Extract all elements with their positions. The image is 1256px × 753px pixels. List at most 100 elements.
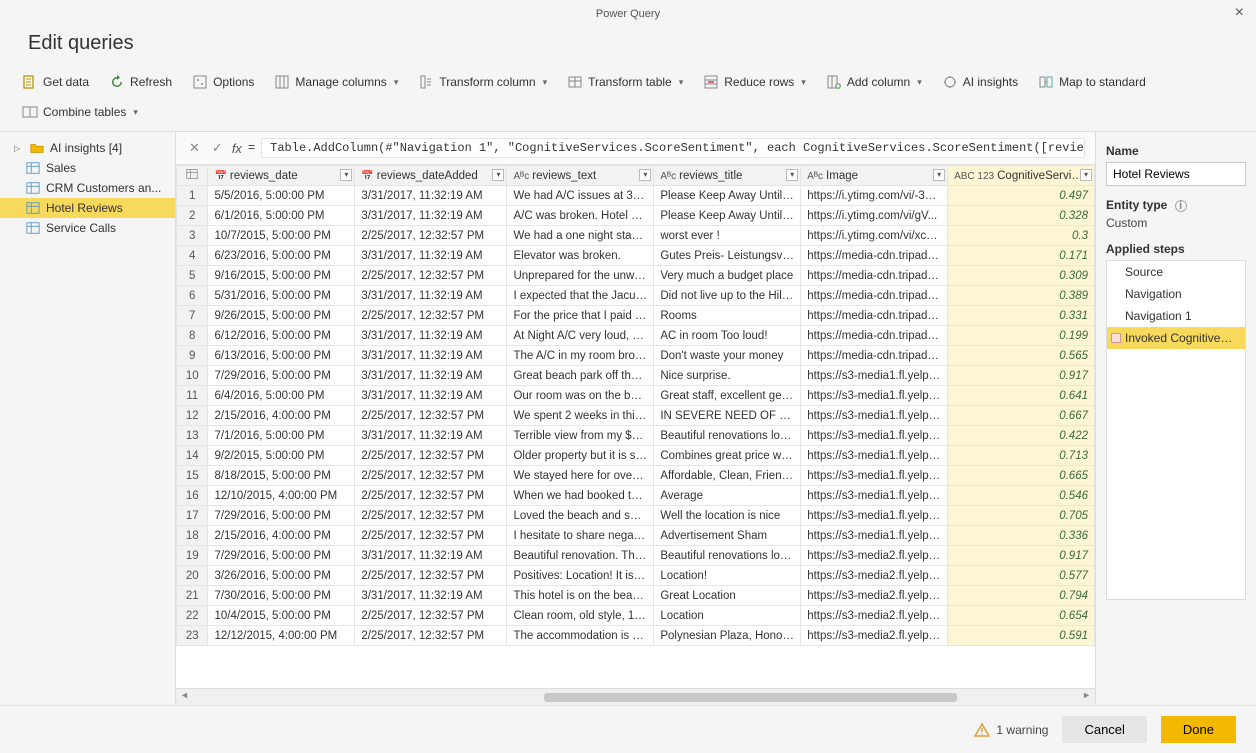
cell[interactable]: Well the location is nice [654,506,801,526]
row-number[interactable]: 5 [177,266,208,286]
cell[interactable]: 0.497 [948,186,1095,206]
cell[interactable]: https://i.ytimg.com/vi/gV... [801,206,948,226]
table-row[interactable]: 107/29/2016, 5:00:00 PM3/31/2017, 11:32:… [177,366,1095,386]
row-number[interactable]: 19 [177,546,208,566]
cell[interactable]: 3/31/2017, 11:32:19 AM [355,206,507,226]
cell[interactable]: Older property but it is su... [507,446,654,466]
row-number[interactable]: 20 [177,566,208,586]
cell[interactable]: Polynesian Plaza, Honolulu [654,626,801,646]
cell[interactable]: Did not live up to the Hilto... [654,286,801,306]
cell[interactable]: Great staff, excellent getaw... [654,386,801,406]
query-name-input[interactable] [1106,162,1246,186]
cell[interactable]: 0.3 [948,226,1095,246]
row-number[interactable]: 12 [177,406,208,426]
cell[interactable]: 0.794 [948,586,1095,606]
cell[interactable]: Beautiful renovation. The h... [507,546,654,566]
column-header[interactable]: Aᴮcreviews_title▾ [654,166,801,186]
cell[interactable]: https://media-cdn.tripadvi... [801,346,948,366]
cell[interactable]: 2/25/2017, 12:32:57 PM [355,466,507,486]
row-number[interactable]: 13 [177,426,208,446]
cell[interactable]: When we had booked this ... [507,486,654,506]
cell[interactable]: Don't waste your money [654,346,801,366]
cell[interactable]: 0.577 [948,566,1095,586]
manage-columns-button[interactable]: Manage columns▾ [268,71,404,93]
row-number[interactable]: 11 [177,386,208,406]
cell[interactable]: 2/25/2017, 12:32:57 PM [355,566,507,586]
cell[interactable]: 2/15/2016, 4:00:00 PM [208,526,355,546]
options-button[interactable]: Options [186,71,260,93]
row-number[interactable]: 15 [177,466,208,486]
cell[interactable]: Beautiful renovations locat... [654,426,801,446]
cell[interactable]: 6/13/2016, 5:00:00 PM [208,346,355,366]
cell[interactable]: https://media-cdn.tripadvi... [801,326,948,346]
cell[interactable]: Please Keep Away Until Co... [654,206,801,226]
cell[interactable]: 2/25/2017, 12:32:57 PM [355,606,507,626]
cell[interactable]: 0.917 [948,366,1095,386]
cell[interactable]: https://s3-media1.fl.yelpcd... [801,506,948,526]
cell[interactable]: We had a one night stay at... [507,226,654,246]
cell[interactable]: 0.591 [948,626,1095,646]
cell[interactable]: 2/25/2017, 12:32:57 PM [355,526,507,546]
warning-indicator[interactable]: 1 warning [974,722,1048,738]
cell[interactable]: 9/26/2015, 5:00:00 PM [208,306,355,326]
cell[interactable]: 0.713 [948,446,1095,466]
table-row[interactable]: 310/7/2015, 5:00:00 PM2/25/2017, 12:32:5… [177,226,1095,246]
cell[interactable]: https://i.ytimg.com/vi/xcEB... [801,226,948,246]
row-number[interactable]: 14 [177,446,208,466]
table-row[interactable]: 1612/10/2015, 4:00:00 PM2/25/2017, 12:32… [177,486,1095,506]
cell[interactable]: 10/4/2015, 5:00:00 PM [208,606,355,626]
cell[interactable]: 3/31/2017, 11:32:19 AM [355,286,507,306]
filter-icon[interactable]: ▾ [786,169,798,181]
reduce-rows-button[interactable]: Reduce rows▾ [697,71,812,93]
cell[interactable]: https://s3-media2.fl.yelpcd... [801,606,948,626]
formula-cancel-icon[interactable]: ✕ [186,140,203,156]
cell[interactable]: Our room was on the bott... [507,386,654,406]
cell[interactable]: 3/31/2017, 11:32:19 AM [355,246,507,266]
cell[interactable]: Very much a budget place [654,266,801,286]
row-number[interactable]: 9 [177,346,208,366]
table-row[interactable]: 65/31/2016, 5:00:00 PM3/31/2017, 11:32:1… [177,286,1095,306]
cell[interactable]: 2/25/2017, 12:32:57 PM [355,626,507,646]
table-row[interactable]: 197/29/2016, 5:00:00 PM3/31/2017, 11:32:… [177,546,1095,566]
row-number[interactable]: 3 [177,226,208,246]
cell[interactable]: 7/29/2016, 5:00:00 PM [208,506,355,526]
table-row[interactable]: 96/13/2016, 5:00:00 PM3/31/2017, 11:32:1… [177,346,1095,366]
cell[interactable]: 6/12/2016, 5:00:00 PM [208,326,355,346]
cell[interactable]: 8/18/2015, 5:00:00 PM [208,466,355,486]
filter-icon[interactable]: ▾ [340,169,352,181]
cell[interactable]: Elevator was broken. [507,246,654,266]
cell[interactable]: 2/25/2017, 12:32:57 PM [355,486,507,506]
map-to-standard-button[interactable]: Map to standard [1032,71,1152,93]
cell[interactable]: Affordable, Clean, Friendly ... [654,466,801,486]
filter-icon[interactable]: ▾ [933,169,945,181]
row-number[interactable]: 18 [177,526,208,546]
cell[interactable]: https://s3-media1.fl.yelpcd... [801,386,948,406]
cell[interactable]: 0.667 [948,406,1095,426]
cell[interactable]: 5/31/2016, 5:00:00 PM [208,286,355,306]
cell[interactable]: 2/25/2017, 12:32:57 PM [355,266,507,286]
cell[interactable]: Location! [654,566,801,586]
sidebar-item[interactable]: Sales [0,158,175,178]
cell[interactable]: 0.654 [948,606,1095,626]
row-number[interactable]: 8 [177,326,208,346]
info-icon[interactable]: i [1175,200,1187,212]
sidebar-item[interactable]: Service Calls [0,218,175,238]
cell[interactable]: Beautiful renovations locat... [654,546,801,566]
filter-icon[interactable]: ▾ [639,169,651,181]
cell[interactable]: 2/25/2017, 12:32:57 PM [355,446,507,466]
combine-tables-button[interactable]: Combine tables▾ [16,101,144,123]
table-row[interactable]: 177/29/2016, 5:00:00 PM2/25/2017, 12:32:… [177,506,1095,526]
cell[interactable]: 7/30/2016, 5:00:00 PM [208,586,355,606]
table-row[interactable]: 149/2/2015, 5:00:00 PM2/25/2017, 12:32:5… [177,446,1095,466]
cell[interactable]: https://s3-media2.fl.yelpcd... [801,586,948,606]
row-number[interactable]: 4 [177,246,208,266]
table-row[interactable]: 217/30/2016, 5:00:00 PM3/31/2017, 11:32:… [177,586,1095,606]
cell[interactable]: 7/29/2016, 5:00:00 PM [208,546,355,566]
column-header[interactable]: Aᴮcreviews_text▾ [507,166,654,186]
cell[interactable]: https://s3-media2.fl.yelpcd... [801,546,948,566]
ai-insights-button[interactable]: AI insights [936,71,1024,93]
cell[interactable]: 0.199 [948,326,1095,346]
table-row[interactable]: 137/1/2016, 5:00:00 PM3/31/2017, 11:32:1… [177,426,1095,446]
cell[interactable]: 9/16/2015, 5:00:00 PM [208,266,355,286]
cell[interactable]: IN SEVERE NEED OF UPDA... [654,406,801,426]
